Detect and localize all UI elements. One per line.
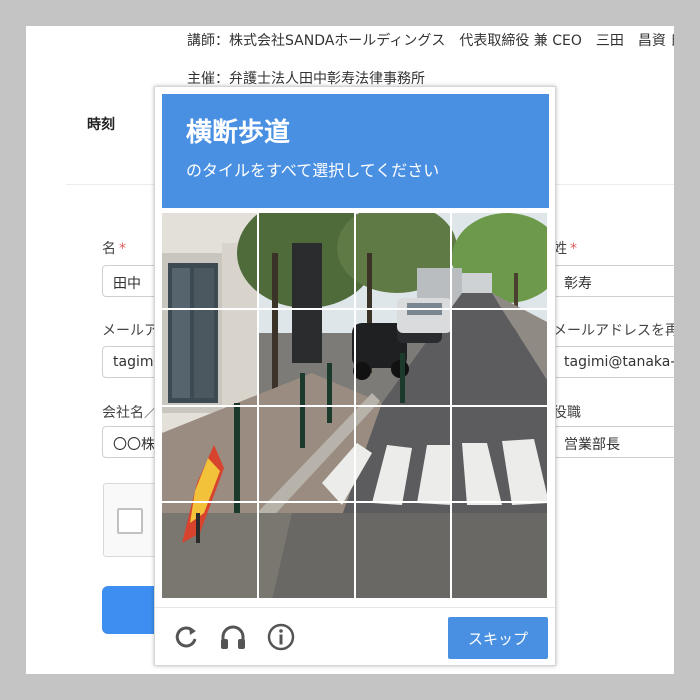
email-confirm-label: メールアドレスを再入力 [553, 323, 674, 339]
captcha-image-grid [162, 213, 549, 600]
skip-button[interactable]: スキップ [448, 617, 548, 659]
captcha-target-title: 横断歩道 [186, 118, 291, 148]
last-name-label: 姓 * [553, 241, 577, 257]
captcha-instruction: のタイルをすべて選択してください [186, 161, 440, 181]
captcha-tile[interactable] [355, 406, 453, 504]
email-confirm-field[interactable]: tagimi@tanaka-law.jp [553, 346, 674, 378]
last-name-field[interactable]: 彰寿 [553, 265, 674, 297]
captcha-tile[interactable] [452, 406, 549, 504]
captcha-tile[interactable] [162, 406, 259, 504]
captcha-tile[interactable] [452, 503, 549, 600]
captcha-tile[interactable] [258, 503, 356, 600]
captcha-tile[interactable] [162, 503, 259, 600]
time-column-header: 時刻 [87, 117, 115, 133]
recaptcha-checkbox[interactable] [117, 508, 143, 534]
captcha-tile[interactable] [355, 503, 453, 600]
captcha-header: 横断歩道 のタイルをすべて選択してください [162, 94, 549, 208]
first-name-label: 名 * [102, 241, 126, 257]
captcha-tile[interactable] [355, 213, 453, 310]
captcha-tile[interactable] [452, 213, 549, 310]
captcha-tile[interactable] [258, 213, 356, 310]
position-field[interactable]: 営業部長 [553, 426, 674, 458]
captcha-tile[interactable] [258, 406, 356, 504]
organizer-info: 主催：弁護士法人田中彰寿法律事務所 [187, 71, 425, 87]
lecturer-info: 講師：株式会社SANDAホールディングス 代表取締役 兼 CEO 三田 昌資 氏 [187, 33, 674, 49]
captcha-footer-divider [155, 607, 555, 608]
captcha-tile[interactable] [452, 309, 549, 407]
captcha-tile[interactable] [162, 309, 259, 407]
info-icon[interactable] [266, 622, 296, 652]
reload-icon[interactable] [171, 622, 201, 652]
captcha-tile[interactable] [258, 309, 356, 407]
position-label: 役職 [553, 405, 581, 421]
headphones-icon[interactable] [218, 622, 248, 652]
captcha-tile[interactable] [355, 309, 453, 407]
captcha-tile[interactable] [162, 213, 259, 310]
captcha-challenge: 横断歩道 のタイルをすべて選択してください スキップ [154, 86, 556, 666]
